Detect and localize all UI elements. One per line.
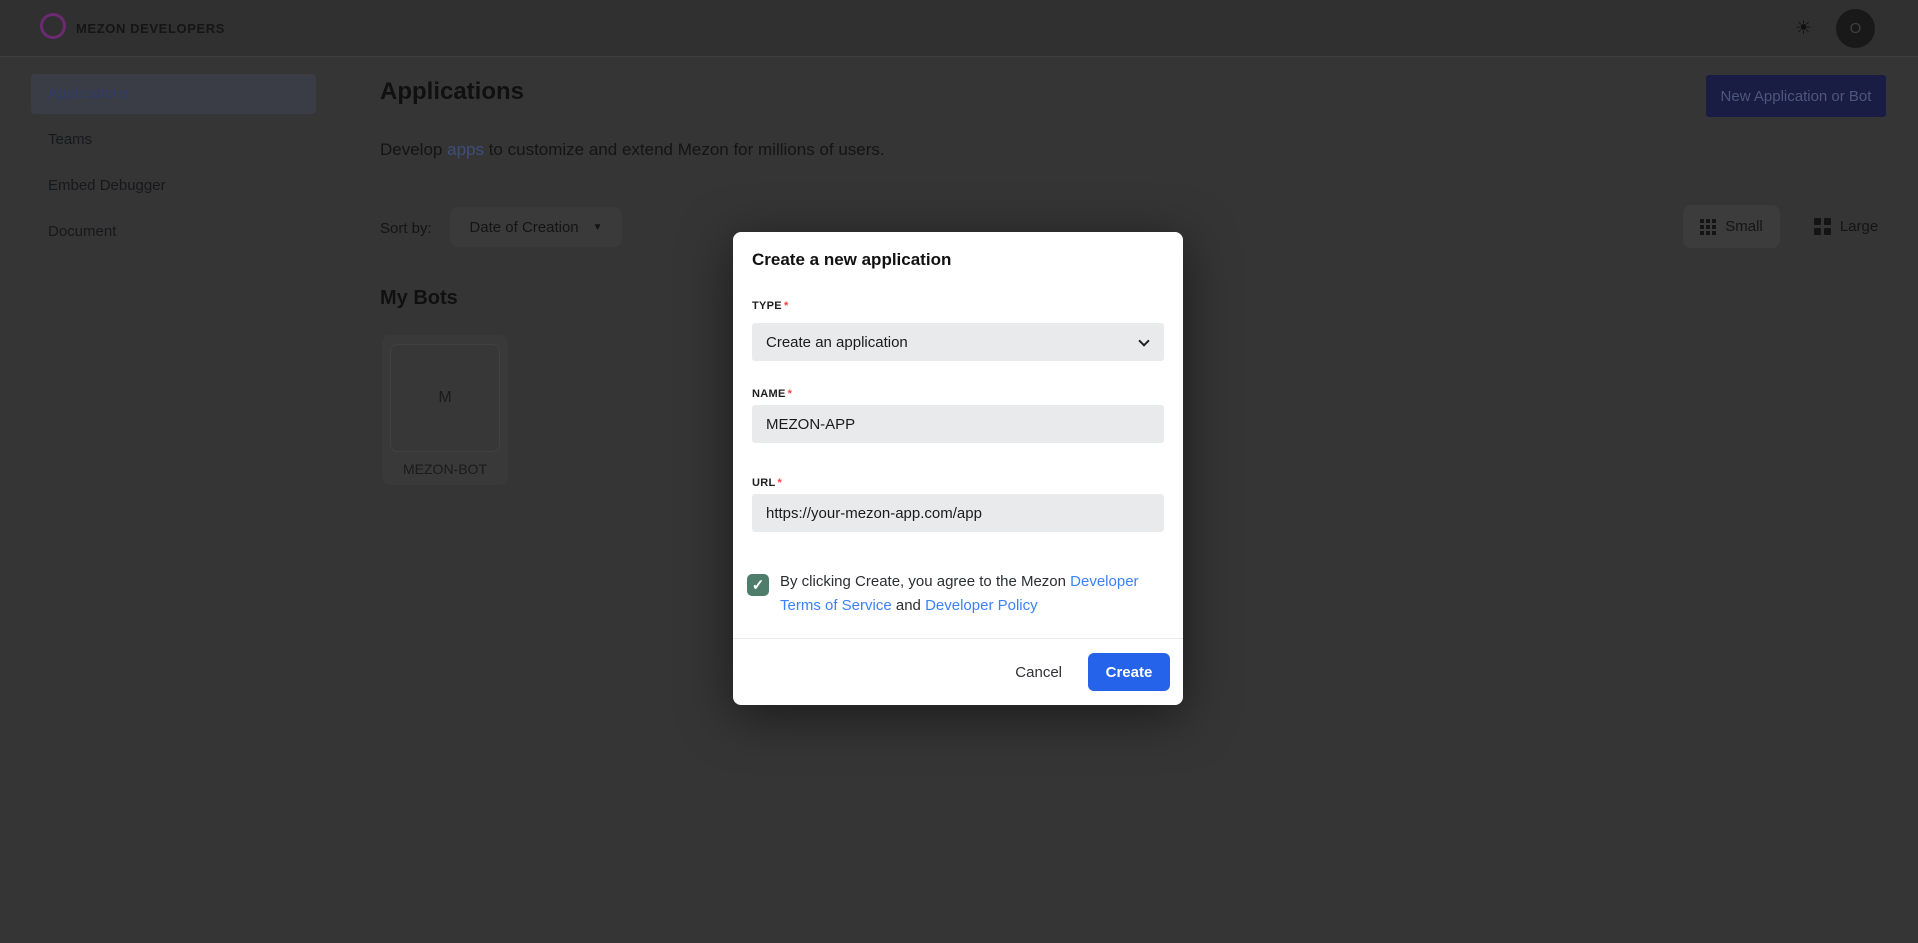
sidebar-item-embed-debugger[interactable]: Embed Debugger — [31, 166, 316, 206]
type-select-value: Create an application — [766, 334, 908, 351]
sidebar-item-teams[interactable]: Teams — [31, 120, 316, 160]
required-asterisk: * — [778, 477, 783, 489]
sort-dropdown[interactable]: Date of Creation ▼ — [450, 207, 622, 247]
grid-large-icon — [1814, 218, 1831, 235]
page-description: Develop apps to customize and extend Mez… — [380, 140, 885, 160]
bot-name: MEZON-BOT — [382, 461, 508, 477]
top-bar: MEZON DEVELOPERS ☀ O — [0, 0, 1918, 57]
page-title: Applications — [380, 78, 524, 106]
grid-large-label: Large — [1840, 218, 1878, 235]
bot-card[interactable]: M MEZON-BOT — [382, 335, 508, 485]
description-text: Develop — [380, 140, 447, 159]
agreement-text: By clicking Create, you agree to the Mez… — [780, 570, 1157, 618]
modal-title: Create a new application — [752, 250, 951, 270]
agreement-row: ✓ By clicking Create, you agree to the M… — [747, 570, 1157, 618]
url-label: URL* — [752, 477, 782, 489]
url-input[interactable] — [752, 494, 1164, 532]
sort-by-label: Sort by: — [380, 209, 432, 249]
bot-avatar: M — [390, 344, 500, 452]
description-text-2: to customize and extend Mezon for millio… — [484, 140, 885, 159]
brand-title: MEZON DEVELOPERS — [76, 0, 225, 57]
user-avatar[interactable]: O — [1836, 9, 1875, 48]
create-application-modal: Create a new application TYPE* Create an… — [733, 232, 1183, 705]
caret-down-icon: ▼ — [593, 222, 603, 233]
sort-dropdown-value: Date of Creation — [469, 219, 578, 236]
cancel-button[interactable]: Cancel — [1015, 664, 1062, 681]
agreement-checkbox[interactable]: ✓ — [747, 574, 769, 596]
grid-size-large-toggle[interactable]: Large — [1800, 205, 1892, 248]
required-asterisk: * — [788, 388, 793, 400]
apps-link[interactable]: apps — [447, 140, 484, 159]
my-bots-heading: My Bots — [380, 287, 458, 310]
modal-footer: Cancel Create — [733, 638, 1183, 705]
required-asterisk: * — [784, 300, 789, 312]
new-application-button[interactable]: New Application or Bot — [1706, 75, 1886, 117]
theme-toggle-sun-icon[interactable]: ☀ — [1795, 0, 1812, 57]
page: MEZON DEVELOPERS ☀ O Applications Teams … — [0, 0, 1918, 943]
grid-size-small-toggle[interactable]: Small — [1683, 205, 1780, 248]
sidebar-item-applications[interactable]: Applications — [31, 74, 316, 114]
type-label: TYPE* — [752, 300, 789, 312]
developer-policy-link[interactable]: Developer Policy — [925, 597, 1038, 614]
grid-small-label: Small — [1725, 218, 1763, 235]
grid-small-icon — [1700, 219, 1716, 235]
mezon-logo-icon — [40, 13, 66, 39]
name-input[interactable] — [752, 405, 1164, 443]
create-button[interactable]: Create — [1088, 653, 1170, 691]
type-select[interactable]: Create an application — [752, 323, 1164, 361]
sidebar-item-document[interactable]: Document — [31, 212, 316, 252]
name-label: NAME* — [752, 388, 792, 400]
chevron-down-icon — [1138, 335, 1149, 346]
